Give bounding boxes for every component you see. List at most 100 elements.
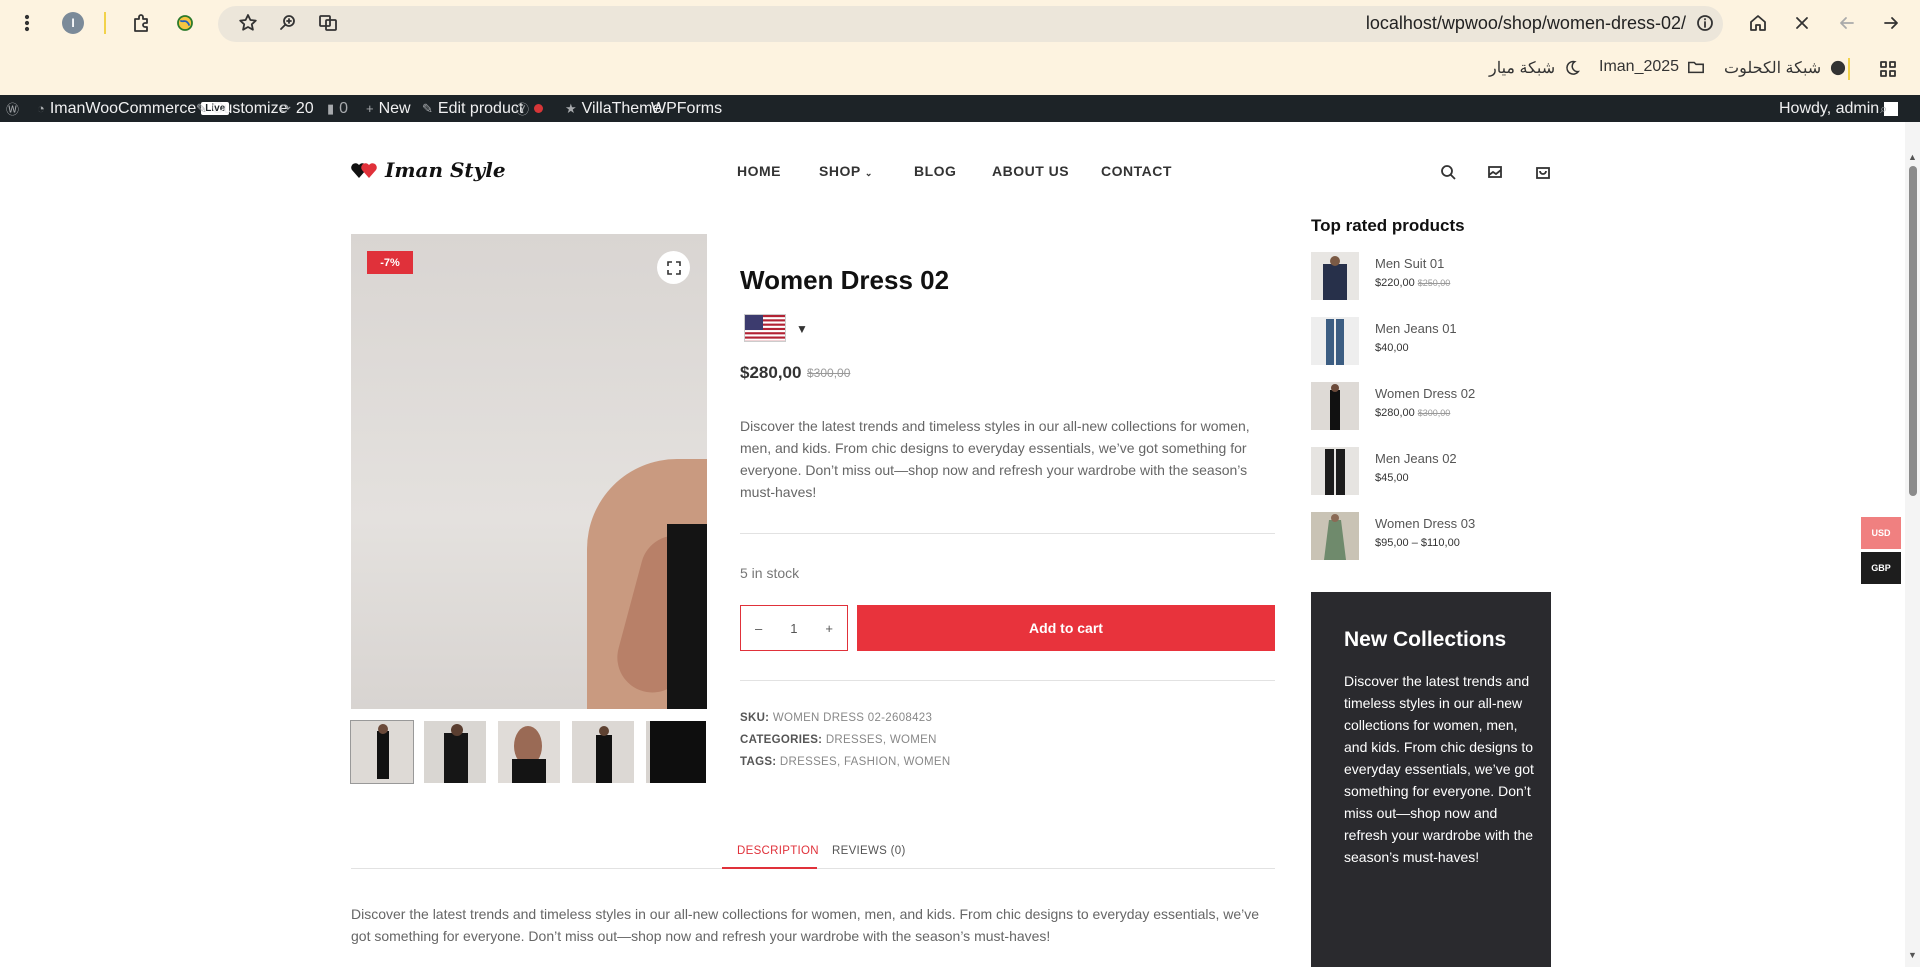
regular-price: $300,00 <box>807 366 851 380</box>
product-name-link[interactable]: Men Jeans 02 <box>1375 451 1457 466</box>
comments-link[interactable]: ▮ 0 <box>327 95 348 122</box>
currency-usd-button[interactable]: USD <box>1861 517 1901 549</box>
search-icon[interactable] <box>1438 162 1458 182</box>
scrollbar-thumb[interactable] <box>1909 166 1917 496</box>
product-main-image[interactable] <box>351 234 707 709</box>
us-flag-icon[interactable] <box>744 314 786 342</box>
price-current: $45,00 <box>1375 472 1409 484</box>
currency-dropdown-arrow-icon[interactable]: ▼ <box>796 322 808 336</box>
forward-arrow-icon[interactable] <box>1876 8 1906 38</box>
product-name-link[interactable]: Women Dress 02 <box>1375 386 1475 401</box>
url-text[interactable]: localhost/wpwoo/shop/women-dress-02/ <box>1366 13 1686 34</box>
category-link[interactable]: DRESSES <box>826 734 883 746</box>
promo-title: New Collections <box>1344 628 1507 651</box>
add-to-cart-button[interactable]: Add to cart <box>857 605 1275 651</box>
top-rated-item[interactable]: Women Dress 02 $280,00 $300,00 <box>1311 382 1551 432</box>
site-name: ImanWooCommerce <box>49 99 197 117</box>
top-rated-item[interactable]: Men Jeans 02 $45,00 <box>1311 447 1551 497</box>
edit-product-label: Edit product <box>437 99 524 117</box>
villatheme-menu[interactable]: ★ VillaTheme <box>565 95 661 122</box>
top-rated-item[interactable]: Women Dress 03 $95,00 – $110,00 <box>1311 512 1551 562</box>
seo-menu[interactable]: Ⓨ <box>516 95 544 122</box>
nav-home[interactable]: HOME <box>737 163 781 179</box>
currency-gbp-button[interactable]: GBP <box>1861 552 1901 584</box>
product-thumbnail[interactable] <box>1311 382 1359 430</box>
comment-icon: ▮ <box>327 100 335 116</box>
nav-about-us[interactable]: ABOUT US <box>992 163 1069 179</box>
account-image-icon[interactable] <box>1485 162 1505 182</box>
quantity-stepper[interactable]: – 1 + <box>740 605 848 651</box>
nav-shop[interactable]: SHOP ⌄ <box>819 163 873 179</box>
tab-reviews[interactable]: REVIEWS (0) <box>832 845 906 857</box>
price-old: $300,00 <box>1417 408 1451 418</box>
price-current: $40,00 <box>1375 342 1409 354</box>
dress-thumb-image <box>498 721 560 783</box>
folder-icon <box>1688 61 1705 74</box>
moon-icon <box>1566 60 1581 75</box>
home-icon[interactable] <box>1743 8 1773 38</box>
wpforms-menu[interactable]: WPForms <box>651 95 722 122</box>
dress-thumb-image <box>351 721 413 783</box>
gallery-thumbnail[interactable] <box>646 721 706 783</box>
zoom-icon[interactable] <box>273 8 303 38</box>
site-logo[interactable]: Iman Style <box>351 158 506 182</box>
product-thumbnail[interactable] <box>1311 447 1359 495</box>
fullscreen-zoom-button[interactable] <box>657 251 690 284</box>
browser-menu-icon[interactable] <box>12 8 42 38</box>
top-rated-item[interactable]: Men Suit 01 $220,00 $250,00 <box>1311 252 1551 302</box>
nav-blog[interactable]: BLOG <box>914 163 956 179</box>
qty-plus-button[interactable]: + <box>825 621 833 636</box>
new-content-link[interactable]: + New <box>366 95 411 122</box>
product-name-link[interactable]: Women Dress 03 <box>1375 516 1475 531</box>
browser-toolbar: I localhost/wpwoo/shop/women-dress-02/ <box>0 0 1920 47</box>
cart-bag-icon[interactable] <box>1533 162 1553 182</box>
price-current: $95,00 – $110,00 <box>1375 537 1460 549</box>
product-thumbnail[interactable] <box>1311 252 1359 300</box>
tags-line: TAGS: DRESSES, FASHION, WOMEN <box>740 756 950 768</box>
bookmark-star-icon[interactable] <box>233 8 263 38</box>
edit-product-link[interactable]: ✎ Edit product <box>422 95 523 122</box>
product-thumbnail[interactable] <box>1311 317 1359 365</box>
customize-link[interactable]: ✎ Customize <box>196 95 287 122</box>
categories-label: CATEGORIES: <box>740 734 823 746</box>
bookmark-item[interactable]: شبكة الكحلوت <box>1724 58 1847 78</box>
updates-count: 20 <box>295 99 314 117</box>
gallery-thumbnail[interactable] <box>498 721 560 783</box>
top-rated-item[interactable]: Men Jeans 01 $40,00 <box>1311 317 1551 367</box>
bookmark-item[interactable]: شبكة ميار <box>1489 58 1581 78</box>
wp-logo-icon[interactable]: Ⓦ <box>6 95 19 122</box>
extensions-icon[interactable] <box>126 8 156 38</box>
qty-input[interactable]: 1 <box>790 621 797 636</box>
bookmark-label: شبكة ميار <box>1489 60 1556 77</box>
product-name-link[interactable]: Men Jeans 01 <box>1375 321 1457 336</box>
product-title: Women Dress 02 <box>740 265 950 295</box>
category-link[interactable]: WOMEN <box>890 734 937 746</box>
tag-link[interactable]: DRESSES <box>780 756 837 768</box>
translate-icon[interactable] <box>313 8 343 38</box>
globe-extension-icon[interactable] <box>170 8 200 38</box>
profile-avatar[interactable]: I <box>58 8 88 38</box>
tab-description[interactable]: DESCRIPTION <box>737 845 819 857</box>
product-name-link[interactable]: Men Suit 01 <box>1375 256 1444 271</box>
gallery-thumbnail[interactable] <box>572 721 634 783</box>
bookmark-folder[interactable]: Iman_2025 <box>1599 58 1705 76</box>
product-thumbnail[interactable] <box>1311 512 1359 560</box>
bookmark-label: Iman_2025 <box>1599 58 1680 75</box>
gallery-thumbnail[interactable] <box>350 720 414 784</box>
nav-contact[interactable]: CONTACT <box>1101 163 1172 179</box>
tag-link[interactable]: FASHION <box>844 756 897 768</box>
brush-icon: ✎ <box>196 100 207 116</box>
site-info-icon[interactable] <box>1690 8 1720 38</box>
qty-minus-button[interactable]: – <box>755 621 762 636</box>
updates-link[interactable]: ⟳ 20 <box>280 95 314 122</box>
gallery-thumbnail[interactable] <box>424 721 486 783</box>
admin-search-icon[interactable]: ⌕ <box>1880 95 1887 122</box>
chevron-down-icon: ⌄ <box>864 168 873 178</box>
scroll-down-arrow-icon[interactable]: ▼ <box>1906 950 1919 962</box>
apps-grid-icon[interactable] <box>1873 54 1903 84</box>
scroll-up-arrow-icon[interactable]: ▲ <box>1906 152 1919 164</box>
tags-label: TAGS: <box>740 756 777 768</box>
close-icon[interactable] <box>1787 8 1817 38</box>
back-arrow-icon[interactable] <box>1832 8 1862 38</box>
tag-link[interactable]: WOMEN <box>904 756 951 768</box>
